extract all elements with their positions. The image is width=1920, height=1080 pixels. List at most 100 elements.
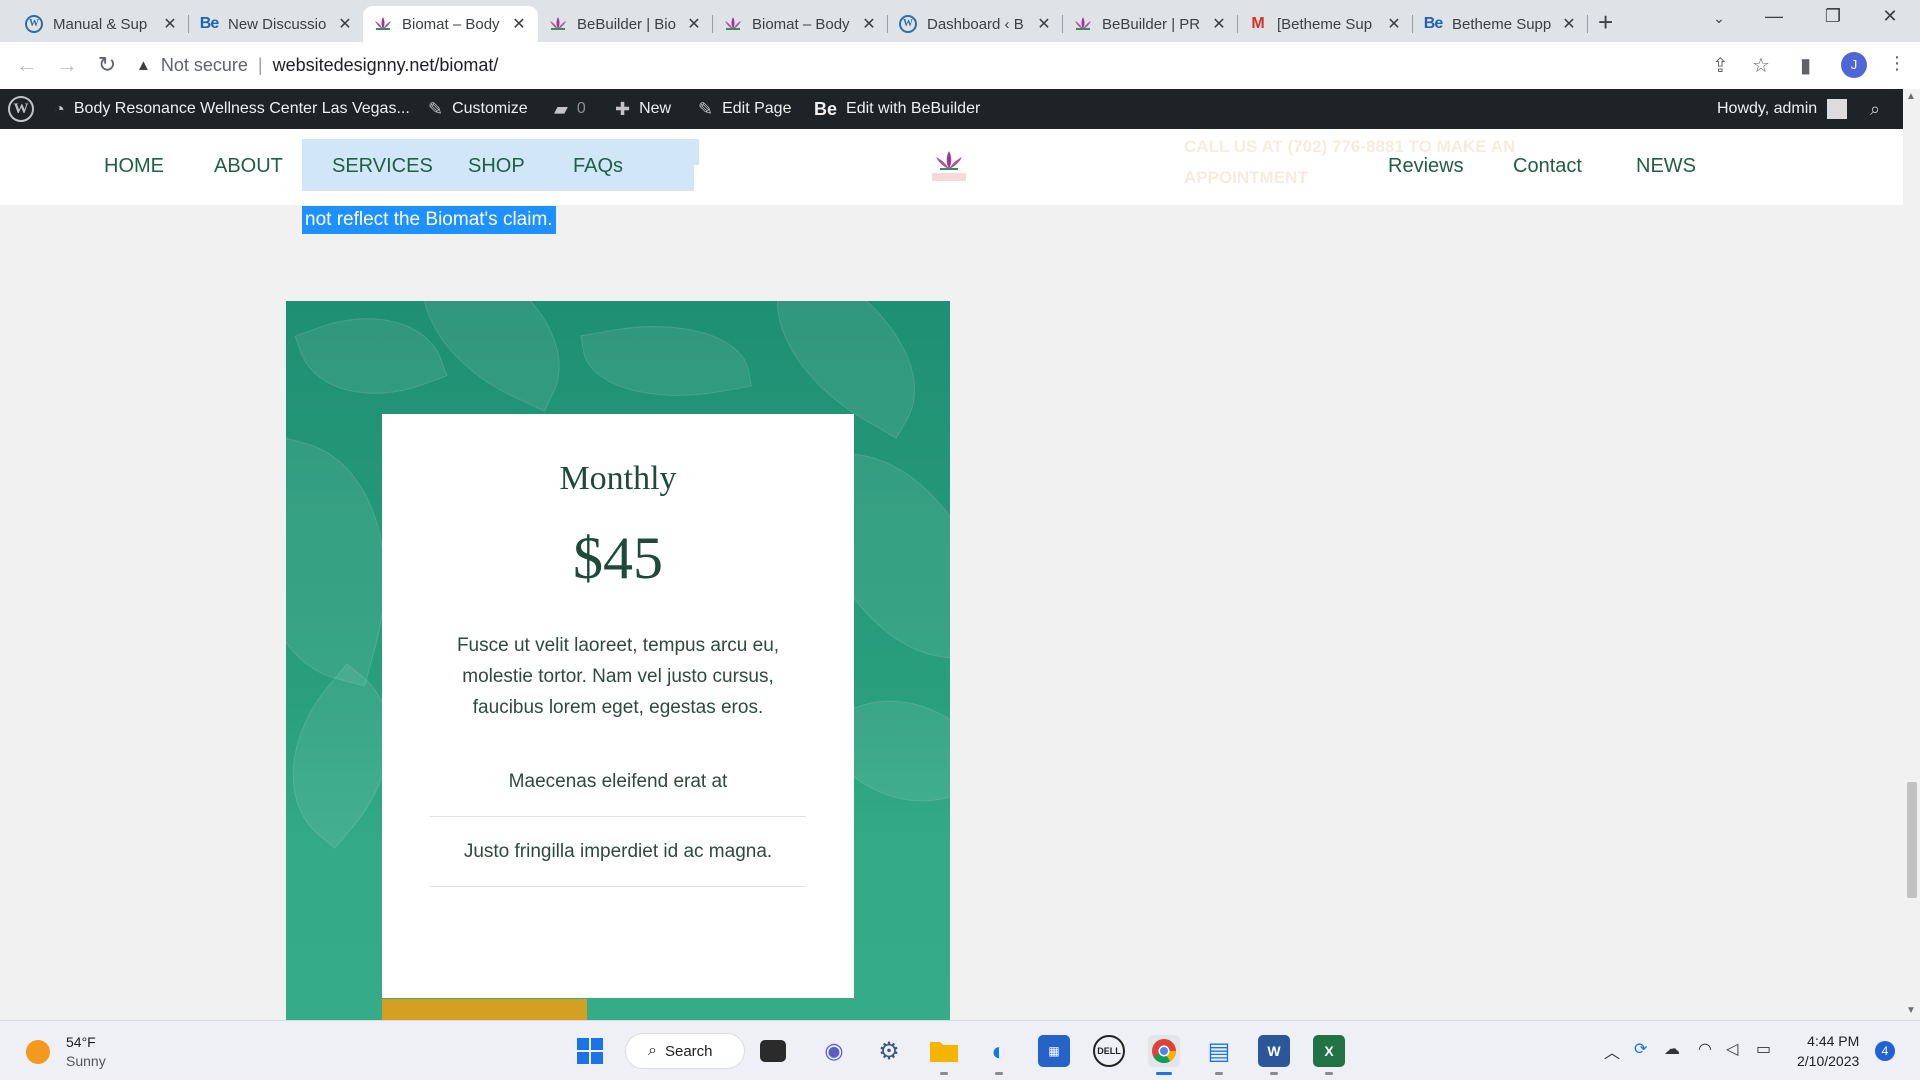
edit-page-label: Edit Page xyxy=(722,100,792,117)
site-name-link[interactable]: ◔ Body Resonance Wellness Center Las Veg… xyxy=(54,89,410,129)
profile-avatar[interactable]: J xyxy=(1841,52,1867,78)
scrollbar-thumb[interactable] xyxy=(1907,782,1917,898)
minimize-button[interactable]: — xyxy=(1751,6,1797,27)
share-icon[interactable]: ⇪ xyxy=(1712,53,1729,78)
pricing-card: Monthly $45 Fusce ut velit laoreet, temp… xyxy=(382,414,854,998)
store-icon[interactable]: ▦ xyxy=(1038,1035,1070,1067)
close-icon[interactable]: ✕ xyxy=(161,14,179,34)
restore-button[interactable]: ❐ xyxy=(1810,6,1856,27)
nav-about[interactable]: ABOUT xyxy=(214,155,283,178)
browser-tab[interactable]: BeBuilder | PR ✕ xyxy=(1063,6,1238,42)
nav-news[interactable]: NEWS xyxy=(1636,155,1696,178)
taskbar-search[interactable]: ⌕ Search xyxy=(625,1033,745,1069)
browser-tab-active[interactable]: Biomat – Body ✕ xyxy=(363,6,538,42)
notification-badge[interactable]: 4 xyxy=(1875,1041,1895,1061)
battery-icon[interactable]: ▭ xyxy=(1756,1039,1771,1059)
wordpress-logo-icon[interactable]: W xyxy=(8,89,34,129)
close-icon[interactable]: ✕ xyxy=(685,14,703,34)
plan-button[interactable] xyxy=(382,999,587,1020)
howdy-label: Howdy, admin xyxy=(1717,100,1818,117)
new-tab-button[interactable]: + xyxy=(1598,9,1613,35)
search-icon[interactable]: ⌕ xyxy=(1870,99,1880,120)
browser-tab[interactable]: BeBuilder | Bio ✕ xyxy=(538,6,713,42)
settings-gear-icon[interactable]: ⚙ xyxy=(873,1035,905,1067)
user-avatar xyxy=(1827,99,1848,119)
tab-title: Betheme Supp xyxy=(1452,15,1552,33)
word-icon[interactable]: W xyxy=(1258,1035,1290,1075)
tab-title: Biomat – Body xyxy=(752,15,850,33)
edit-builder-label: Edit with BeBuilder xyxy=(846,100,981,117)
excel-icon[interactable]: X xyxy=(1313,1035,1345,1075)
nav-home[interactable]: HOME xyxy=(104,155,164,178)
tab-title: BeBuilder | Bio xyxy=(577,15,676,33)
tab-search-chevron-icon[interactable]: ⌄ xyxy=(1696,10,1742,27)
page-scrollbar[interactable]: ▲ ▼ xyxy=(1903,89,1920,1020)
browser-tab-strip: W Manual & Sup ✕ Be New Discussio ✕ Biom… xyxy=(0,0,1920,42)
onedrive-icon[interactable]: ☁ xyxy=(1664,1039,1680,1059)
lotus-icon xyxy=(373,14,393,34)
start-button[interactable] xyxy=(574,1035,606,1067)
search-label: Search xyxy=(664,1042,713,1060)
scroll-up-arrow-icon[interactable]: ▲ xyxy=(1906,91,1916,102)
scroll-down-arrow-icon[interactable]: ▼ xyxy=(1906,1005,1916,1016)
close-icon[interactable]: ✕ xyxy=(510,14,528,34)
site-logo[interactable] xyxy=(922,147,976,187)
weather-widget[interactable]: 54°F Sunny xyxy=(26,1033,106,1071)
back-button[interactable]: ← xyxy=(12,52,42,78)
address-bar[interactable]: ▲ Not secure | websitedesignny.net/bioma… xyxy=(136,48,1736,83)
search-icon: ⌕ xyxy=(648,1042,657,1059)
forward-button[interactable]: → xyxy=(52,52,82,78)
side-panel-icon[interactable]: ▮ xyxy=(1800,53,1811,78)
notepad-icon[interactable]: ▤ xyxy=(1203,1035,1235,1075)
nav-reviews[interactable]: Reviews xyxy=(1388,155,1464,178)
weather-desc: Sunny xyxy=(66,1053,106,1069)
chrome-icon[interactable] xyxy=(1148,1035,1180,1075)
close-icon[interactable]: ✕ xyxy=(1035,14,1053,34)
close-icon[interactable]: ✕ xyxy=(1560,14,1578,34)
close-icon[interactable]: ✕ xyxy=(336,14,354,34)
close-icon[interactable]: ✕ xyxy=(1385,14,1403,34)
menu-kebab-icon[interactable]: ⋮ xyxy=(1888,53,1906,74)
my-account-link[interactable]: Howdy, admin xyxy=(1717,89,1848,129)
plan-price: $45 xyxy=(573,525,663,591)
teams-chat-icon[interactable]: ◉ xyxy=(818,1035,850,1067)
new-content-link[interactable]: ✚ New xyxy=(615,89,671,129)
selected-disclaimer-text: not reflect the Biomat's claim. xyxy=(302,206,556,234)
wp-admin-bar: W ◔ Body Resonance Wellness Center Las V… xyxy=(0,89,1920,129)
customize-link[interactable]: ✎ Customize xyxy=(428,89,528,129)
wifi-icon[interactable]: ◠ xyxy=(1698,1039,1712,1059)
task-view-icon[interactable] xyxy=(760,1040,786,1062)
browser-tab[interactable]: M [Betheme Sup ✕ xyxy=(1238,6,1413,42)
edge-icon[interactable]: ◐ xyxy=(983,1035,1015,1075)
lotus-icon xyxy=(1073,14,1093,34)
nav-contact[interactable]: Contact xyxy=(1513,155,1582,178)
browser-tab[interactable]: W Dashboard ‹ B ✕ xyxy=(888,6,1063,42)
clock-time: 4:44 PM xyxy=(1807,1033,1860,1049)
browser-tab[interactable]: Biomat – Body ✕ xyxy=(713,6,888,42)
dell-icon[interactable]: DELL xyxy=(1093,1035,1125,1067)
close-icon[interactable]: ✕ xyxy=(860,14,878,34)
nav-shop[interactable]: SHOP xyxy=(468,155,525,178)
edit-with-bebuilder-link[interactable]: Be Edit with BeBuilder xyxy=(814,89,980,129)
browser-tab[interactable]: Be New Discussio ✕ xyxy=(189,6,364,42)
lotus-icon xyxy=(548,14,568,34)
edit-page-link[interactable]: ✎ Edit Page xyxy=(698,89,791,129)
nav-services[interactable]: SERVICES xyxy=(332,155,433,178)
reload-button[interactable]: ↻ xyxy=(92,52,122,78)
nav-faqs[interactable]: FAQs xyxy=(573,155,623,178)
show-hidden-icons-chevron-icon[interactable]: ︿ xyxy=(1604,1039,1620,1063)
plus-icon: ✚ xyxy=(615,98,631,119)
bookmark-star-icon[interactable]: ☆ xyxy=(1752,53,1770,78)
browser-tab[interactable]: W Manual & Sup ✕ xyxy=(14,6,189,42)
close-icon[interactable]: ✕ xyxy=(1210,14,1228,34)
warning-icon: ▲ xyxy=(136,57,151,74)
weather-temp: 54°F xyxy=(66,1034,96,1050)
close-window-button[interactable]: ✕ xyxy=(1867,6,1913,27)
site-header: CALL US AT (702) 776-8881 TO MAKE AN APP… xyxy=(0,129,1903,205)
taskbar-clock[interactable]: 4:44 PM 2/10/2023 xyxy=(1797,1031,1859,1071)
file-explorer-icon[interactable] xyxy=(928,1035,960,1075)
comments-link[interactable]: ▰ 0 xyxy=(554,89,586,129)
sync-icon[interactable]: ⟳ xyxy=(1634,1039,1647,1059)
browser-tab[interactable]: Be Betheme Supp ✕ xyxy=(1413,6,1588,42)
volume-icon[interactable]: ◁ xyxy=(1726,1039,1738,1059)
